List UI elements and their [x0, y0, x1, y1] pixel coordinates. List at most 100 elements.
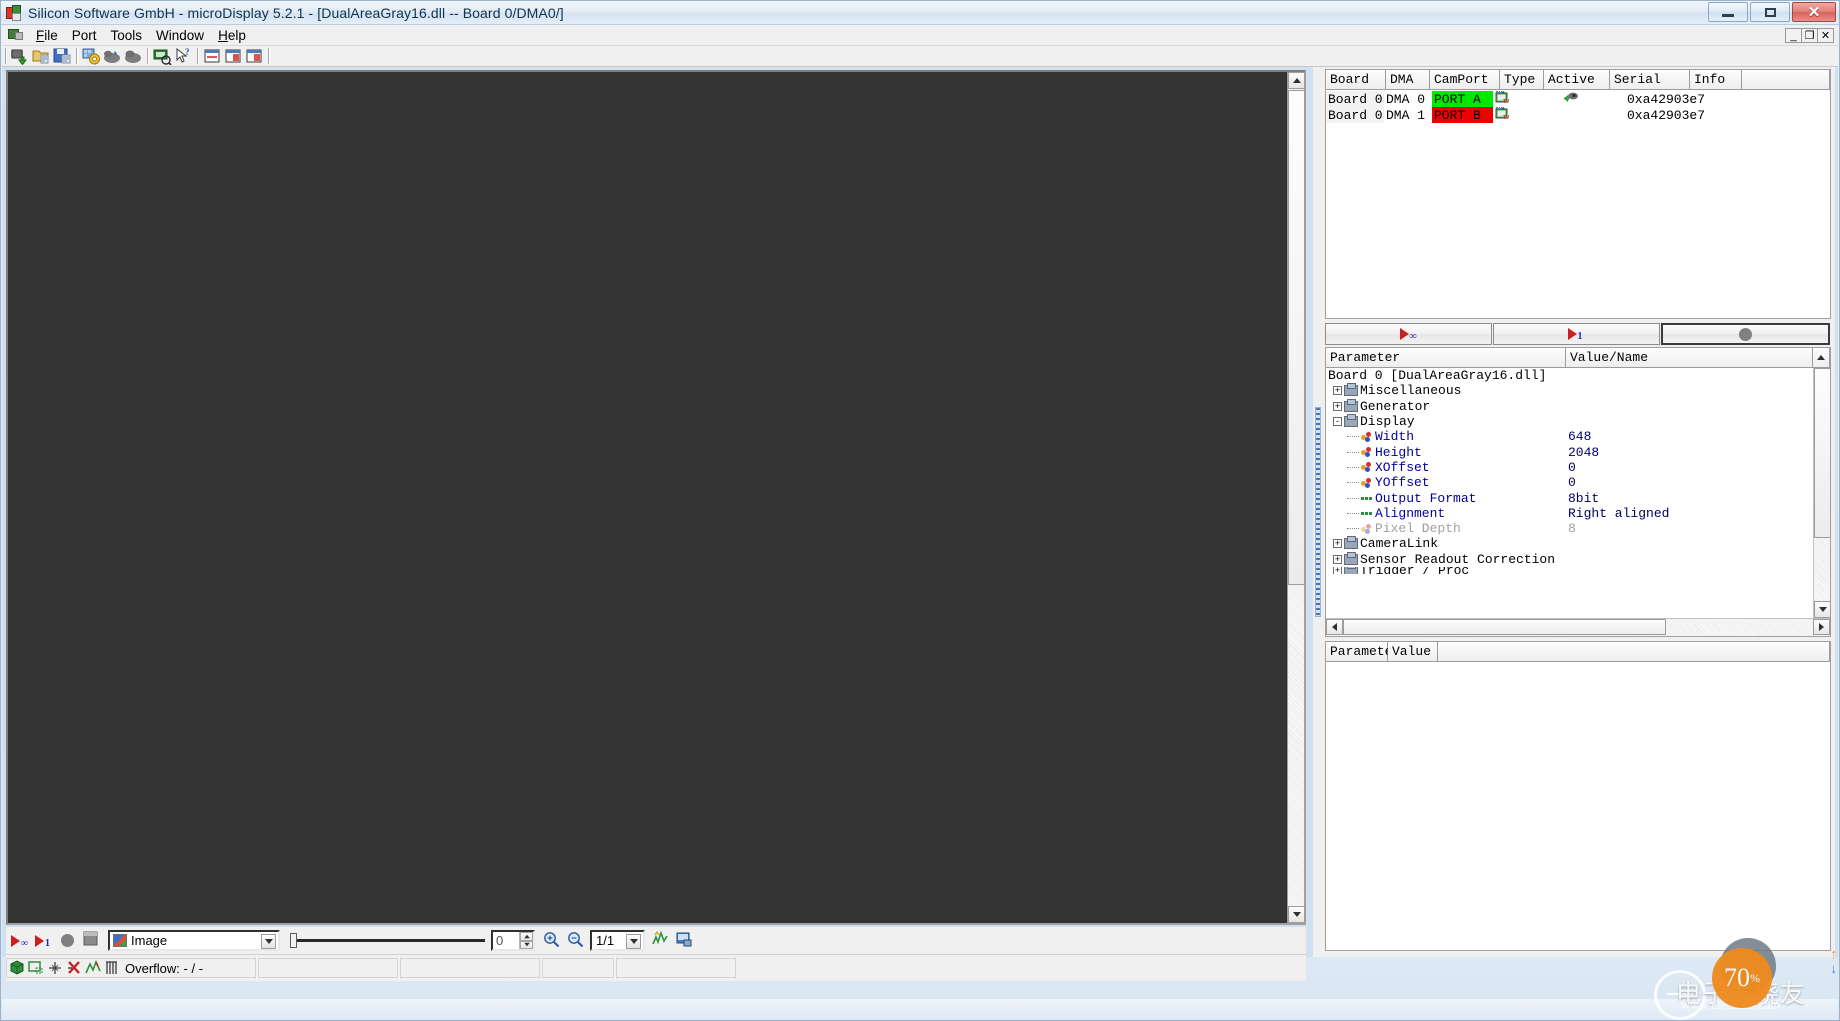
- frame-index-value[interactable]: 0: [493, 932, 519, 949]
- tree-node-value[interactable]: 8bit: [1568, 491, 1599, 506]
- stepper-down-button[interactable]: [520, 940, 533, 949]
- zoom-out-button[interactable]: [564, 929, 586, 952]
- context-help-icon[interactable]: ?: [174, 47, 193, 65]
- table-row[interactable]: Board 0 DMA 0 PORT A AD4 TV 0xa42903e7: [1326, 91, 1830, 107]
- zoom-level-select[interactable]: 1/1: [590, 930, 645, 951]
- tree-vertical-scrollbar[interactable]: [1813, 368, 1831, 618]
- zoom-in-button[interactable]: [540, 929, 562, 952]
- table-row[interactable]: Board 0 DMA 1 PORT B AD4 TV 0xa42903e7: [1326, 107, 1830, 123]
- save-icon[interactable]: [53, 47, 72, 65]
- mdi-window-icon[interactable]: [8, 28, 24, 42]
- column-header-camport[interactable]: CamPort: [1430, 70, 1500, 89]
- stepper-buttons[interactable]: [519, 932, 533, 949]
- scroll-thumb[interactable]: [1288, 90, 1305, 585]
- init-board-icon[interactable]: [82, 47, 101, 65]
- column-header-parameter[interactable]: Parameter: [1326, 348, 1566, 367]
- close-button[interactable]: ✕: [1792, 2, 1836, 22]
- tree-root-node[interactable]: Board 0 [DualAreaGray16.dll]: [1326, 368, 1813, 383]
- parameter-tree-body[interactable]: Board 0 [DualAreaGray16.dll] + Miscellan…: [1326, 368, 1813, 618]
- frame-slider[interactable]: [290, 930, 485, 951]
- mdi-close-button[interactable]: ✕: [1817, 28, 1834, 43]
- expand-icon[interactable]: +: [1333, 539, 1342, 549]
- open-folder-icon[interactable]: [32, 47, 51, 65]
- tile-horizontal-icon[interactable]: [203, 47, 222, 65]
- tree-node-trigger-clipped[interactable]: + Trigger / Proc: [1326, 566, 1813, 574]
- hscroll-thumb[interactable]: [1343, 619, 1666, 635]
- chevron-down-icon[interactable]: [261, 934, 276, 949]
- vertical-splitter[interactable]: [1313, 67, 1323, 957]
- tree-node-height[interactable]: Height 2048: [1326, 444, 1813, 460]
- slider-thumb[interactable]: [290, 933, 297, 948]
- column-header-value[interactable]: Value: [1388, 642, 1438, 661]
- cascade-icon[interactable]: [245, 47, 264, 65]
- menu-item-port[interactable]: Port: [65, 26, 104, 45]
- column-header-type[interactable]: Type: [1500, 70, 1544, 89]
- stepper-up-button[interactable]: [520, 932, 533, 941]
- close-red-icon[interactable]: [65, 959, 83, 977]
- column-header-active[interactable]: Active: [1544, 70, 1610, 89]
- line-profile-icon[interactable]: [84, 959, 102, 977]
- grab-continuous-button[interactable]: ∞: [1325, 323, 1492, 345]
- tree-node-cameralink[interactable]: + CameraLink: [1326, 536, 1813, 551]
- tree-scroll-down-button[interactable]: [1814, 601, 1831, 618]
- column-header-dma[interactable]: DMA: [1386, 70, 1430, 89]
- tree-node-width[interactable]: Width 648: [1326, 429, 1813, 444]
- board-icon[interactable]: [124, 47, 143, 65]
- expand-icon[interactable]: +: [1333, 554, 1342, 564]
- camera-settings-icon[interactable]: [153, 47, 172, 66]
- stop-acquire-button[interactable]: [56, 929, 78, 952]
- tree-node-generator[interactable]: + Generator: [1326, 398, 1813, 414]
- tree-node-xoffset[interactable]: XOffset 0: [1326, 460, 1813, 475]
- display-mode-select[interactable]: Image: [108, 930, 280, 951]
- tree-node-value[interactable]: 0: [1568, 475, 1576, 490]
- 3d-view-icon[interactable]: [8, 959, 26, 977]
- maximize-button[interactable]: [1750, 2, 1790, 22]
- column-header-parameter[interactable]: Parameter: [1326, 642, 1400, 661]
- minimize-button[interactable]: [1708, 2, 1748, 22]
- image-properties-button[interactable]: [673, 929, 695, 952]
- frame-index-stepper[interactable]: 0: [491, 930, 535, 951]
- menu-item-tools[interactable]: Tools: [104, 26, 150, 45]
- menu-item-file[interactable]: File: [29, 26, 65, 45]
- collapse-icon[interactable]: -: [1333, 417, 1342, 427]
- snapshot-button[interactable]: [80, 929, 102, 952]
- expand-icon[interactable]: +: [1333, 386, 1342, 396]
- tree-node-miscellaneous[interactable]: + Miscellaneous: [1326, 383, 1813, 398]
- acquire-continuous-button[interactable]: ∞: [8, 929, 30, 952]
- tree-scroll-thumb[interactable]: [1814, 368, 1831, 538]
- tree-horizontal-scrollbar[interactable]: [1326, 618, 1830, 636]
- column-header-board[interactable]: Board: [1326, 70, 1386, 89]
- column-header-serial[interactable]: Serial: [1610, 70, 1690, 89]
- hscroll-right-button[interactable]: [1813, 619, 1830, 635]
- column-header-value-name[interactable]: Value/Name: [1566, 348, 1813, 367]
- tree-node-alignment[interactable]: Alignment Right aligned: [1326, 506, 1813, 521]
- load-design-icon[interactable]: [11, 47, 30, 66]
- tree-node-value[interactable]: 2048: [1568, 445, 1599, 460]
- tree-node-value[interactable]: 0: [1568, 460, 1576, 475]
- scroll-down-button[interactable]: [1288, 906, 1305, 923]
- tree-node-output-format[interactable]: Output Format 8bit: [1326, 490, 1813, 506]
- tree-node-sensor-readout-correction[interactable]: + Sensor Readout Correction: [1326, 551, 1813, 567]
- mdi-minimize-button[interactable]: _: [1785, 28, 1802, 43]
- expand-icon[interactable]: +: [1333, 401, 1342, 411]
- image-vertical-scrollbar[interactable]: [1287, 72, 1305, 923]
- hscroll-left-button[interactable]: [1326, 619, 1343, 635]
- detail-list-body[interactable]: [1326, 662, 1830, 950]
- tree-node-value[interactable]: Right aligned: [1568, 506, 1669, 521]
- microenable-icon[interactable]: [103, 47, 122, 65]
- acquire-single-button[interactable]: 1: [32, 929, 54, 952]
- menu-item-help[interactable]: Help: [211, 26, 253, 45]
- grab-single-button[interactable]: 1: [1493, 323, 1660, 345]
- menu-item-window[interactable]: Window: [149, 26, 211, 45]
- tile-vertical-icon[interactable]: [224, 47, 243, 65]
- crosshair-icon[interactable]: [46, 959, 64, 977]
- columns-icon[interactable]: [103, 959, 121, 977]
- grab-stop-button[interactable]: [1661, 323, 1830, 345]
- tree-scroll-up-button[interactable]: [1813, 348, 1830, 367]
- tree-node-yoffset[interactable]: YOffset 0: [1326, 475, 1813, 490]
- histogram-button[interactable]: [649, 929, 671, 952]
- chevron-down-icon[interactable]: [626, 934, 641, 949]
- column-header-info[interactable]: Info: [1690, 70, 1742, 89]
- tree-node-value[interactable]: 648: [1568, 429, 1591, 444]
- scroll-up-button[interactable]: [1288, 72, 1305, 89]
